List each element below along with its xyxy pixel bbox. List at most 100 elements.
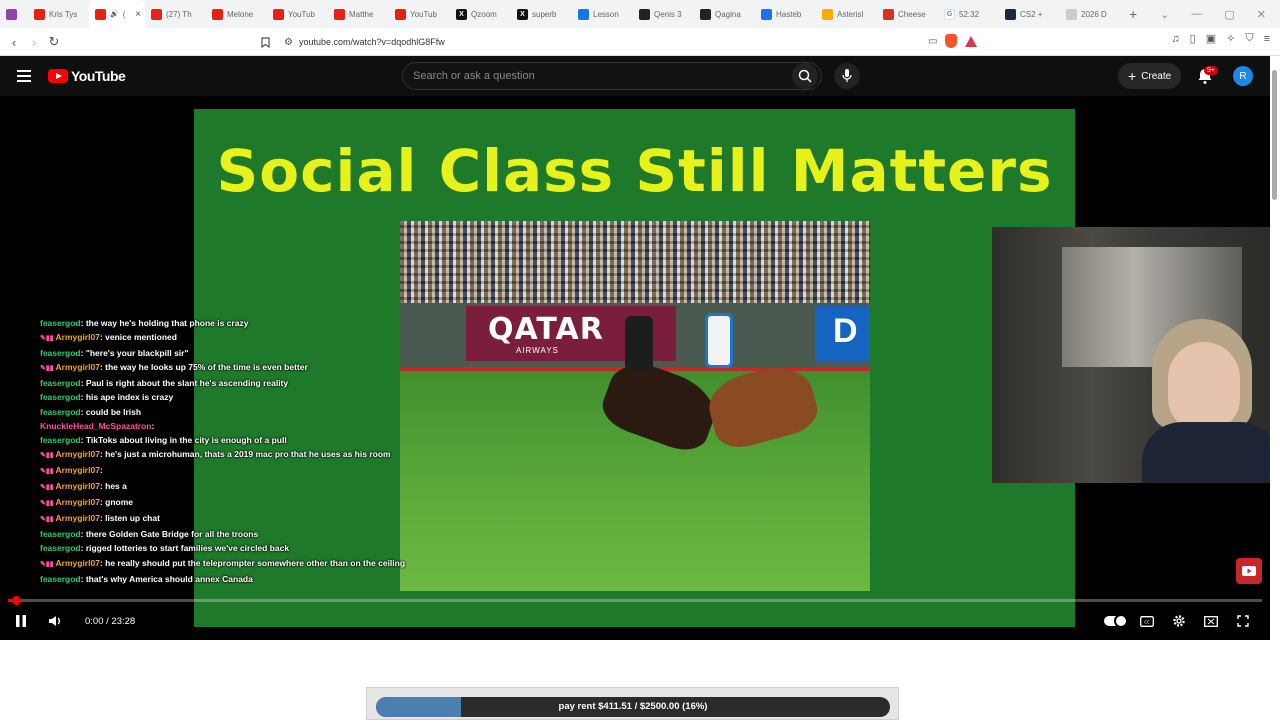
- tab-title: Qzoom: [471, 9, 497, 19]
- browser-tab[interactable]: 🔊(×: [89, 0, 145, 28]
- search-input[interactable]: [413, 70, 773, 82]
- yt-favicon-icon: [34, 8, 45, 20]
- tab-title: Asterisl: [837, 9, 864, 19]
- tab-title: 2026 D: [1081, 9, 1107, 19]
- brave-rewards-icon[interactable]: [965, 35, 978, 47]
- browser-tab[interactable]: YouTub: [389, 0, 450, 28]
- menu-icon[interactable]: ≡: [1264, 33, 1270, 45]
- browser-tab[interactable]: CS2 +: [999, 0, 1060, 28]
- captions-button[interactable]: cc: [1138, 612, 1156, 630]
- chat-message: feasergod: TikToks about living in the c…: [40, 433, 408, 447]
- vpn-icon[interactable]: ⛉: [1245, 32, 1253, 45]
- settings-button[interactable]: [1170, 612, 1188, 630]
- volume-icon: [49, 616, 60, 626]
- account-avatar[interactable]: R: [1233, 66, 1253, 86]
- chat-username: Armygirl07: [55, 481, 100, 492]
- close-tab-icon[interactable]: ×: [135, 9, 141, 20]
- browser-tab[interactable]: 2026 D: [1060, 0, 1121, 28]
- chat-badges-icon: ✎▮▮: [40, 500, 56, 508]
- leo-ai-icon[interactable]: ✧: [1226, 32, 1235, 45]
- chat-message: ✎▮▮ Armygirl07: gnome: [40, 495, 408, 511]
- browser-tab[interactable]: Melone: [206, 0, 267, 28]
- x-favicon-icon: X: [517, 8, 528, 20]
- chat-text: : there Golden Gate Bridge for all the t…: [80, 529, 259, 540]
- browser-tab[interactable]: G 52:32: [938, 0, 999, 28]
- youtube-logo[interactable]: YouTube: [48, 68, 126, 84]
- browser-tab[interactable]: Xsuperb: [511, 0, 572, 28]
- address-bar-actions: ▭: [928, 34, 978, 48]
- browser-tab[interactable]: Hasteb: [755, 0, 816, 28]
- browser-tab[interactable]: Matthe: [328, 0, 389, 28]
- restore-button[interactable]: ▢: [1224, 8, 1234, 21]
- rent-goal-widget: pay rent $411.51 / $2500.00 (16%): [366, 687, 899, 720]
- browser-tab[interactable]: Lesson: [572, 0, 633, 28]
- forward-button[interactable]: ›: [24, 32, 44, 52]
- chat-message: feasergod: his ape index is crazy: [40, 390, 408, 404]
- minimize-button[interactable]: —: [1191, 8, 1202, 20]
- audio-playing-icon[interactable]: 🔊: [110, 10, 119, 18]
- cast-icon[interactable]: ▭: [928, 36, 937, 47]
- media-icon[interactable]: ♫: [1171, 33, 1179, 45]
- voice-search-button[interactable]: [834, 63, 860, 89]
- chat-message: ✎▮▮ Armygirl07: he's just a microhuman, …: [40, 447, 408, 463]
- sidebar-icon[interactable]: ▯: [1190, 32, 1196, 45]
- tab-title: Qagina: [715, 9, 741, 19]
- chat-badges-icon: ✎▮▮: [40, 467, 56, 475]
- hamburger-menu-icon[interactable]: [17, 70, 31, 82]
- chat-message: ✎▮▮ Armygirl07: hes a: [40, 479, 408, 495]
- search-button[interactable]: [792, 63, 818, 89]
- chat-text: : rigged lotteries to start families we'…: [80, 543, 290, 554]
- page-scrollbar[interactable]: [1270, 56, 1280, 720]
- browser-tab[interactable]: Asterisl: [816, 0, 877, 28]
- chat-text: : the way he looks up 75% of the time is…: [99, 362, 308, 373]
- subscribe-watermark-icon[interactable]: [1236, 558, 1262, 584]
- chat-overlay: feasergod: the way he's holding that pho…: [40, 316, 408, 586]
- chat-message: ✎▮▮ Armygirl07:: [40, 463, 408, 479]
- theater-mode-button[interactable]: [1202, 612, 1220, 630]
- create-button[interactable]: + Create: [1118, 63, 1182, 89]
- brave-shields-icon[interactable]: [945, 34, 958, 48]
- reload-button[interactable]: ↻: [44, 32, 64, 52]
- rent-progress-bar: pay rent $411.51 / $2500.00 (16%): [376, 697, 890, 717]
- plus-icon: +: [1128, 68, 1137, 84]
- site-info-icon[interactable]: ⚙: [284, 37, 293, 48]
- search-box[interactable]: [402, 62, 822, 90]
- chat-message: feasergod: the way he's holding that pho…: [40, 316, 408, 330]
- url-field[interactable]: ⚙ youtube.com/watch?v=dqodhlG8Ffw: [284, 33, 445, 51]
- fullscreen-button[interactable]: [1234, 612, 1252, 630]
- svg-text:cc: cc: [1144, 619, 1150, 625]
- webcam-overlay: [992, 227, 1270, 483]
- video-progress-bar[interactable]: [8, 596, 1262, 605]
- scrollbar-thumb[interactable]: [1272, 70, 1277, 200]
- back-button[interactable]: ‹: [4, 32, 24, 52]
- tab-title: superb: [532, 9, 557, 19]
- chat-badges-icon: ✎▮▮: [40, 560, 56, 568]
- browser-tab[interactable]: (27) Th: [145, 0, 206, 28]
- browser-tab[interactable]: YouTub: [267, 0, 328, 28]
- new-tab-button[interactable]: +: [1129, 6, 1137, 22]
- volume-button[interactable]: [47, 612, 65, 630]
- chat-message: ✎▮▮ Armygirl07: he really should put the…: [40, 556, 408, 572]
- browser-tab[interactable]: Cheese: [877, 0, 938, 28]
- pause-button[interactable]: [12, 612, 30, 630]
- chat-text: : he's just a microhuman, thats a 2019 m…: [99, 448, 391, 459]
- wallet-icon[interactable]: ▣: [1206, 32, 1216, 45]
- chat-text: : his ape index is crazy: [80, 392, 174, 403]
- browser-tab[interactable]: Qagina: [694, 0, 755, 28]
- chat-username: feasergod: [40, 348, 81, 359]
- browser-tab[interactable]: X Qzoom: [450, 0, 511, 28]
- gear-icon: [1173, 615, 1185, 627]
- tab-search-chevron-icon[interactable]: ⌄: [1160, 8, 1169, 21]
- scrubber-handle[interactable]: [12, 596, 21, 605]
- close-window-button[interactable]: ✕: [1257, 8, 1266, 21]
- chat-username: Armygirl07: [55, 557, 100, 568]
- tab-search-icon-tab[interactable]: [0, 0, 28, 28]
- bookmark-icon[interactable]: [255, 32, 275, 52]
- browser-tab[interactable]: Kris Tys: [28, 0, 89, 28]
- chat-text: : TikToks about living in the city is en…: [80, 434, 287, 445]
- chat-badges-icon: ✎▮▮: [40, 516, 56, 524]
- autoplay-toggle[interactable]: [1104, 614, 1128, 628]
- video-player[interactable]: Social Class Still Matters QATAR AIRWAYS…: [0, 96, 1270, 640]
- x-favicon-icon: X: [456, 8, 467, 20]
- browser-tab[interactable]: Qenis 3: [633, 0, 694, 28]
